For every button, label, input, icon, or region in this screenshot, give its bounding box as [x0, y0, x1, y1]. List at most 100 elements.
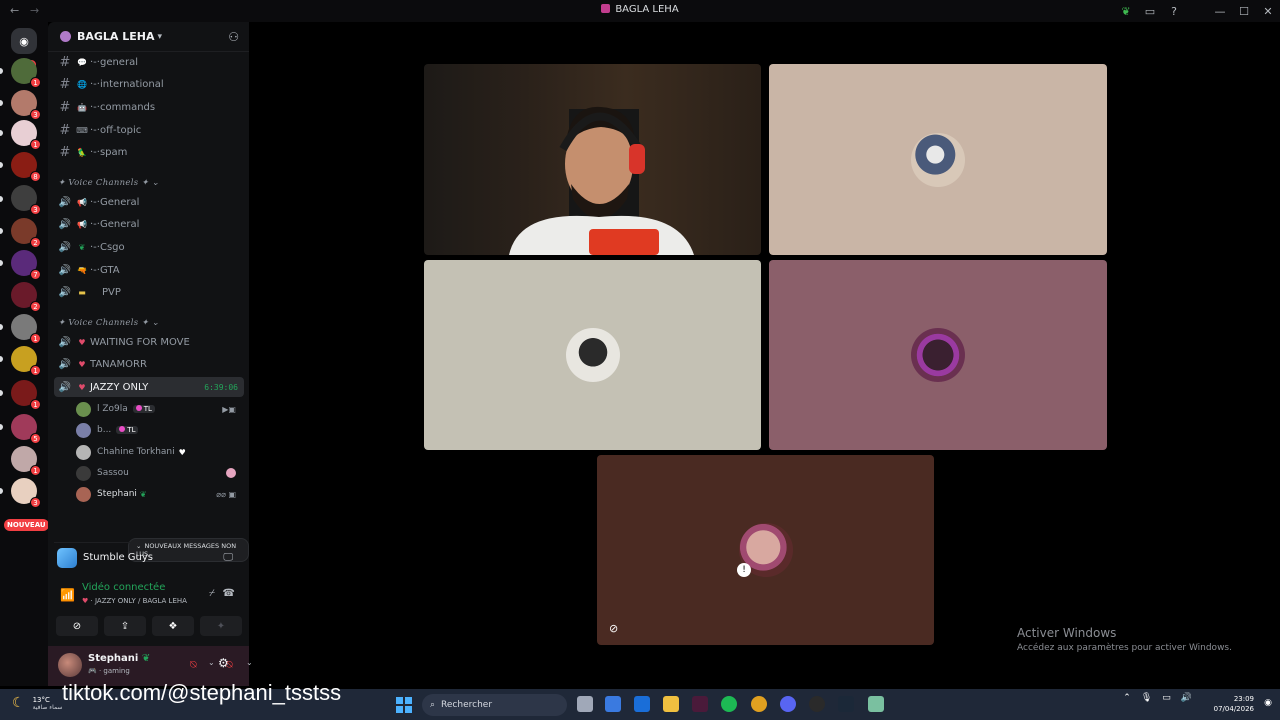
voice-channel-pvp[interactable]: 🔊 ▬ PVP	[54, 282, 244, 302]
file-explorer-icon[interactable]	[663, 696, 679, 712]
search-icon: ⌕	[430, 700, 436, 710]
voice-location[interactable]: ♥ · JAZZY ONLY / BAGLA LEHA	[82, 597, 187, 605]
server-icon[interactable]: 2	[11, 282, 41, 312]
server-icon[interactable]: 1	[11, 446, 41, 476]
megaphone-icon: 📢	[77, 219, 87, 229]
inbox-icon[interactable]: ▭	[1138, 5, 1162, 18]
start-button[interactable]	[396, 697, 412, 713]
server-icon[interactable]: 1	[11, 314, 41, 344]
video-tile-user-3[interactable]	[424, 260, 761, 450]
unread-pill	[0, 228, 3, 234]
voice-user[interactable]: Stephani ❦ ⌀⌀ ▣	[76, 484, 242, 504]
discord-icon[interactable]	[780, 696, 796, 712]
server-header[interactable]: BAGLA LEHA ▾ ⚇	[48, 22, 249, 52]
server-icon[interactable]: 3	[11, 90, 41, 120]
share-screen-button[interactable]: ⇪	[104, 616, 146, 636]
soundboard-button[interactable]: ✦	[200, 616, 242, 636]
disconnect-icon[interactable]: ☎	[223, 588, 235, 599]
leaf-icon[interactable]: ❦	[1114, 5, 1138, 18]
webcam-video	[509, 106, 694, 255]
channel-general[interactable]: # 💬 ·-·general	[54, 52, 244, 72]
server-icon[interactable]: 3	[11, 478, 41, 508]
channel-off-topic[interactable]: # ⌨ ·-·off-topic	[54, 120, 244, 140]
taskbar-search[interactable]: ⌕ Rechercher	[422, 694, 567, 716]
game-launcher-icon[interactable]	[809, 696, 825, 712]
task-view-icon[interactable]	[577, 696, 593, 712]
voice-channel-general-2[interactable]: 🔊 📢 ·-·General	[54, 214, 244, 234]
mic-muted-icon[interactable]: ⍉	[190, 658, 197, 672]
discord-home-icon[interactable]: ◉	[11, 28, 37, 54]
chevron-up-icon[interactable]: ⌃	[1123, 693, 1131, 703]
chevron-down-icon[interactable]: ⌄	[208, 658, 215, 667]
server-icon[interactable]: 1	[11, 58, 41, 88]
settings-gear-icon[interactable]: ⚙	[218, 656, 229, 670]
server-icon[interactable]: 3	[11, 185, 41, 215]
mic-icon[interactable]: 🎙	[1141, 693, 1152, 703]
chevron-down-icon: ▾	[157, 31, 163, 42]
voice-user[interactable]: Chahine Torkhani ♥	[76, 442, 242, 462]
title-bar: ← → BAGLA LEHA ❦ ▭ ? — ☐ ✕	[0, 0, 1280, 22]
server-icon[interactable]: 5	[11, 414, 41, 444]
server-icon[interactable]: 1	[11, 120, 41, 150]
voice-channel-waiting[interactable]: 🔊 ♥ WAITING FOR MOVE	[54, 332, 244, 352]
voice-user[interactable]: Sassou	[76, 463, 242, 483]
voice-channel-tanamorr[interactable]: 🔊 ♥ TANAMORR	[54, 354, 244, 374]
weather-widget[interactable]: ☾ 13°C سماء صافية	[12, 695, 62, 711]
voice-user[interactable]: b... TL	[76, 420, 242, 440]
app-icon[interactable]	[692, 696, 708, 712]
signal-icon[interactable]: 📶	[60, 588, 75, 602]
invite-people-icon[interactable]: ⚇	[228, 30, 239, 44]
camera-off-button[interactable]: ⊘	[56, 616, 98, 636]
call-timer: 6:39:06	[204, 382, 238, 392]
game-name: Stumble Guys	[83, 552, 154, 563]
volume-icon[interactable]: 🔊	[1181, 693, 1192, 703]
speaker-icon: 🔊	[58, 381, 72, 393]
camera-off-icon[interactable]: ⊘	[609, 622, 618, 635]
noise-suppression-icon[interactable]: ⌿	[209, 588, 215, 599]
video-tile-camera[interactable]	[424, 64, 761, 255]
maximize-button[interactable]: ☐	[1232, 5, 1256, 18]
channel-spam[interactable]: # 🦜 ·-·spam	[54, 142, 244, 162]
video-tile-user-4[interactable]	[769, 260, 1107, 450]
hash-icon: #	[59, 99, 71, 115]
screen-share-icon[interactable]: 🖵	[223, 552, 233, 563]
minimize-button[interactable]: —	[1208, 5, 1232, 18]
video-tile-user-2[interactable]	[769, 64, 1107, 255]
voice-user[interactable]: l Zo9la TL ▶▣	[76, 399, 242, 419]
channel-international[interactable]: # 🌐 ·-·international	[54, 74, 244, 94]
activity-panel[interactable]: Stumble Guys 🖵	[54, 542, 243, 572]
spotify-icon[interactable]	[721, 696, 737, 712]
server-icon[interactable]: 8	[11, 152, 41, 182]
voice-channel-gta[interactable]: 🔊 🔫 ·-·GTA	[54, 260, 244, 280]
server-icon[interactable]: 1	[11, 346, 41, 376]
store-icon[interactable]	[605, 696, 621, 712]
outlook-icon[interactable]	[634, 696, 650, 712]
video-tile-user-5[interactable]: ! ⊘	[597, 455, 934, 645]
user-tag: TL	[132, 405, 155, 413]
server-icon[interactable]: 1	[11, 380, 41, 410]
chrome-icon[interactable]	[751, 696, 767, 712]
steam-icon[interactable]	[838, 696, 854, 712]
voice-channel-jazzy-only[interactable]: 🔊 ♥ JAZZY ONLY 6:39:06	[54, 377, 244, 397]
speaker-icon: 🔊	[58, 264, 72, 276]
notifications-icon[interactable]: ◉	[1264, 698, 1272, 708]
server-icon[interactable]: 2	[11, 218, 41, 248]
network-icon[interactable]: ▭	[1162, 693, 1171, 703]
new-badge[interactable]: NOUVEAU	[4, 519, 49, 531]
activities-button[interactable]: ❖	[152, 616, 194, 636]
close-button[interactable]: ✕	[1256, 5, 1280, 18]
speaker-icon: 🔊	[58, 286, 72, 298]
voice-channel-general-1[interactable]: 🔊 📢 ·-·General	[54, 192, 244, 212]
voice-channel-csgo[interactable]: 🔊 ❦ ·-·Csgo	[54, 237, 244, 257]
clock[interactable]: 23:09 07/04/2026	[1214, 694, 1254, 714]
app-icon[interactable]	[868, 696, 884, 712]
channel-sidebar: BAGLA LEHA ▾ ⚇ # 💬 ·-·general # 🌐 ·-·interna…	[48, 22, 253, 686]
hash-icon: #	[59, 54, 71, 70]
help-icon[interactable]: ?	[1162, 5, 1186, 18]
avatar[interactable]	[58, 653, 82, 677]
channel-commands[interactable]: # 🤖 ·-·commands	[54, 97, 244, 117]
category-voice-2[interactable]: ✦ Voice Channels ✦ ⌄	[58, 318, 159, 328]
server-icon[interactable]: 7	[11, 250, 41, 280]
chevron-down-icon[interactable]: ⌄	[246, 658, 253, 667]
category-voice-1[interactable]: ✦ Voice Channels ✦ ⌄	[58, 178, 159, 188]
